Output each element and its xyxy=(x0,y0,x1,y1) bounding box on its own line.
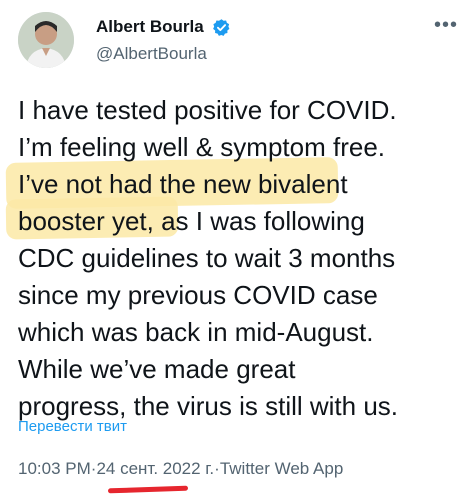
tweet-line: I’ve not had the new bivalent xyxy=(18,169,348,199)
tweet-source[interactable]: Twitter Web App xyxy=(220,459,343,479)
translate-tweet-link[interactable]: Перевести твит xyxy=(18,418,127,435)
red-underline-marker xyxy=(107,485,189,494)
avatar[interactable] xyxy=(18,12,74,68)
tweet-text: I have tested positive for COVID. I’m fe… xyxy=(18,92,468,425)
tweet-line: since my previous COVID case xyxy=(18,280,378,310)
tweet-line: progress, the virus is still with us. xyxy=(18,391,399,421)
author-handle[interactable]: @AlbertBourla xyxy=(96,42,231,66)
tweet-line: CDC guidelines to wait 3 months xyxy=(18,243,396,273)
tweet-line: I have tested positive for COVID. xyxy=(18,95,397,125)
author-display-name[interactable]: Albert Bourla xyxy=(96,16,204,38)
tweet-line: While we’ve made great xyxy=(18,354,296,384)
tweet-line: I’m feeling well & symptom free. xyxy=(18,132,386,162)
tweet-date[interactable]: 24 сент. 2022 г. xyxy=(96,459,214,479)
more-options-icon[interactable]: ••• xyxy=(434,14,458,37)
tweet-header: Albert Bourla @AlbertBourla ••• xyxy=(14,8,462,74)
tweet-line: booster yet, as I was following xyxy=(18,206,365,236)
tweet-metadata: 10:03 PM · 24 сент. 2022 г. · Twitter We… xyxy=(18,459,343,479)
tweet-line: which was back in mid-August. xyxy=(18,317,374,347)
tweet-time[interactable]: 10:03 PM xyxy=(18,459,91,479)
verified-badge-icon xyxy=(212,18,231,37)
